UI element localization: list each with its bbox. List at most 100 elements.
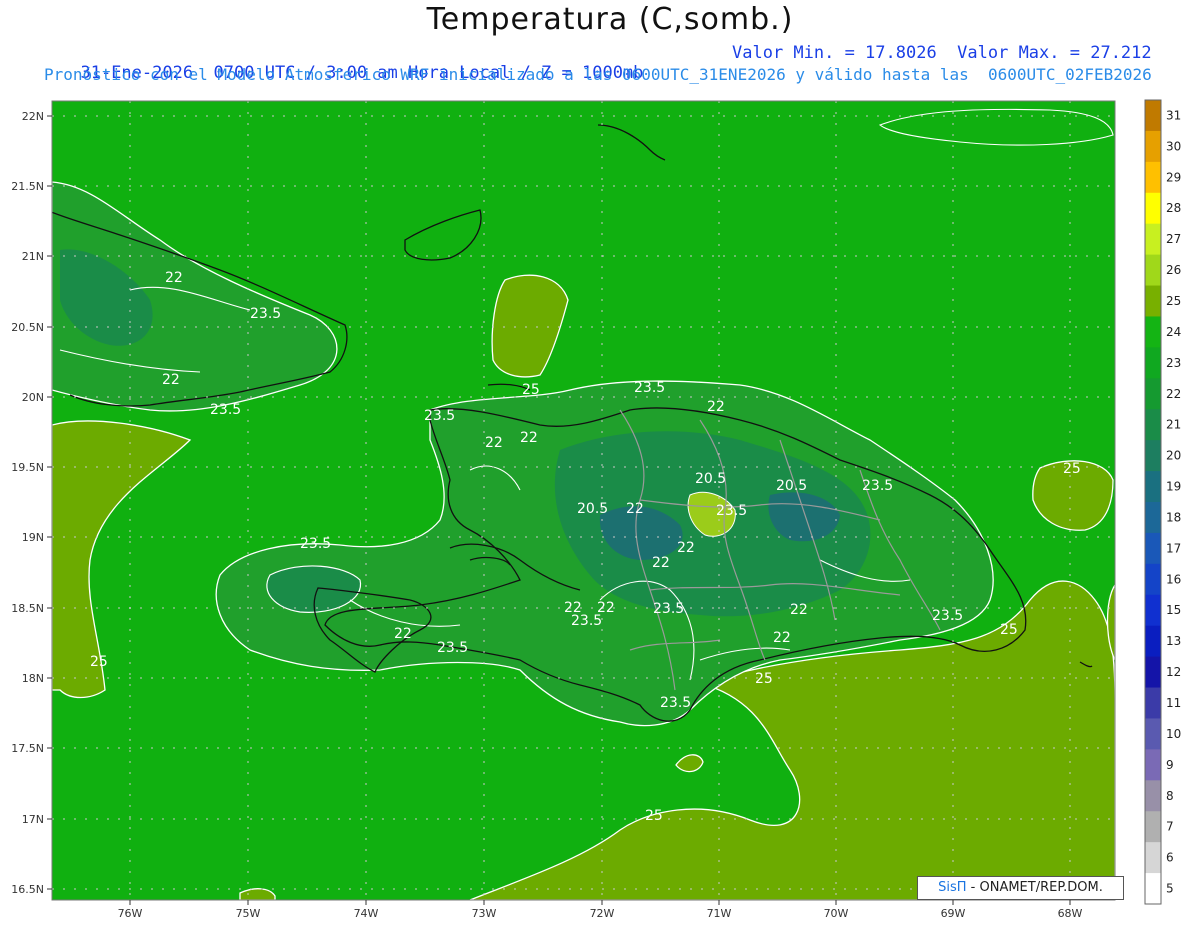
colorbar-label: 9 [1166,758,1174,772]
contour-label: 23.5 [300,536,331,552]
contour-label: 25 [522,382,540,398]
contour-label: 22 [626,501,644,517]
contour-label: 20.5 [776,478,807,494]
colorbar-label: 23 [1166,356,1181,370]
colorbar-swatch [1145,718,1161,750]
contour-label: 22 [707,399,725,415]
colorbar-swatch [1145,780,1161,812]
contour-label: 22 [520,430,538,446]
colorbar-swatch [1145,873,1161,905]
contour-label: 22 [597,600,615,616]
colorbar-swatch [1145,749,1161,781]
colorbar-swatch [1145,811,1161,843]
contour-label: 25 [755,671,773,687]
contour-label: 25 [90,654,108,670]
lat-label: 21.5N [11,180,44,193]
contour-label: 23.5 [437,640,468,656]
lat-label: 17N [22,813,44,826]
colorbar-label: 16 [1166,572,1181,586]
contour-label: 23.5 [210,402,241,418]
contour-label: 22 [773,630,791,646]
colorbar-swatch [1145,378,1161,410]
colorbar-label: 29 [1166,170,1181,184]
contour-label: 23.5 [932,608,963,624]
colorbar-swatch [1145,502,1161,534]
lon-label: 76W [118,907,143,920]
colorbar-swatch [1145,409,1161,441]
colorbar-label: 20 [1166,449,1181,463]
contour-label: 22 [165,270,183,286]
lat-label: 18N [22,672,44,685]
colorbar-swatch [1145,161,1161,194]
contour-label: 20.5 [577,501,608,517]
lon-label: 69W [941,907,966,920]
colorbar-swatch [1145,316,1161,348]
colorbar-label: 22 [1166,387,1181,401]
lat-label: 22N [22,110,44,123]
contour-label: 25 [645,808,663,824]
colorbar-label: 25 [1166,294,1181,308]
lon-label: 74W [354,907,379,920]
colorbar-swatch [1145,532,1161,565]
colorbar-swatch [1145,656,1161,689]
colorbar-label: 19 [1166,480,1181,494]
lon-label: 68W [1058,907,1083,920]
colorbar-label: 6 [1166,851,1174,865]
temperature-map: 22 23.5 22 23.5 25 23.5 22 22 22 23.5 20… [11,99,1181,920]
colorbar-label: 10 [1166,727,1181,741]
lat-label: 20N [22,391,44,404]
lat-label: 18.5N [11,602,44,615]
colorbar-label: 30 [1166,139,1181,153]
lat-label: 21N [22,250,44,263]
colorbar-label: 18 [1166,511,1181,525]
colorbar-label: 12 [1166,665,1181,679]
contour-label: 25 [1000,622,1018,638]
lon-label: 72W [590,907,615,920]
colorbar-label: 26 [1166,263,1181,277]
map-field: 22 23.5 22 23.5 25 23.5 22 22 22 23.5 20… [52,101,1115,900]
lon-label: 71W [707,907,732,920]
contour-label: 23.5 [634,380,665,396]
lat-axis: 22N 21.5N 21N 20.5N 20N 19.5N 19N 18.5N … [11,110,52,896]
colorbar-label: 17 [1166,541,1181,555]
contour-label: 23.5 [250,306,281,322]
lat-label: 20.5N [11,321,44,334]
contour-label: 25 [1063,461,1081,477]
lat-label: 19.5N [11,461,44,474]
colorbar-swatch [1145,254,1161,287]
colorbar-label: 8 [1166,789,1174,803]
colorbar-label: 11 [1166,696,1181,710]
colorbar-swatch [1145,130,1161,163]
lon-label: 73W [472,907,497,920]
colorbar-label: 21 [1166,418,1181,432]
lon-axis: 76W 75W 74W 73W 72W 71W 70W 69W 68W [118,900,1083,920]
colorbar-label: 13 [1166,634,1181,648]
contour-label: 22 [394,626,412,642]
colorbar-label: 15 [1166,603,1181,617]
contour-label: 23.5 [716,503,747,519]
lon-label: 75W [236,907,261,920]
credit-text: - ONAMET/REP.DOM. [966,880,1103,895]
colorbar-swatch [1145,594,1161,627]
contour-label: 22 [162,372,180,388]
colorbar-swatch [1145,625,1161,658]
contour-label: 20.5 [695,471,726,487]
lon-label: 70W [824,907,849,920]
colorbar-swatch [1145,563,1161,596]
contour-label: 23.5 [862,478,893,494]
contour-label: 23.5 [653,601,684,617]
contour-label: 23.5 [660,695,691,711]
contour-label: 22 [485,435,503,451]
colorbar-swatch [1145,100,1161,132]
colorbar-label: 31 [1166,109,1181,123]
lat-label: 17.5N [11,742,44,755]
colorbar-swatch [1145,285,1161,317]
lat-label: 19N [22,531,44,544]
colorbar-label: 27 [1166,232,1181,246]
colorbar-label: 28 [1166,201,1181,215]
colorbar-swatch [1145,687,1161,719]
colorbar-label: 24 [1166,325,1181,339]
colorbar-swatch [1145,842,1161,874]
colorbar-swatch [1145,471,1161,503]
colorbar-label: 7 [1166,820,1174,834]
